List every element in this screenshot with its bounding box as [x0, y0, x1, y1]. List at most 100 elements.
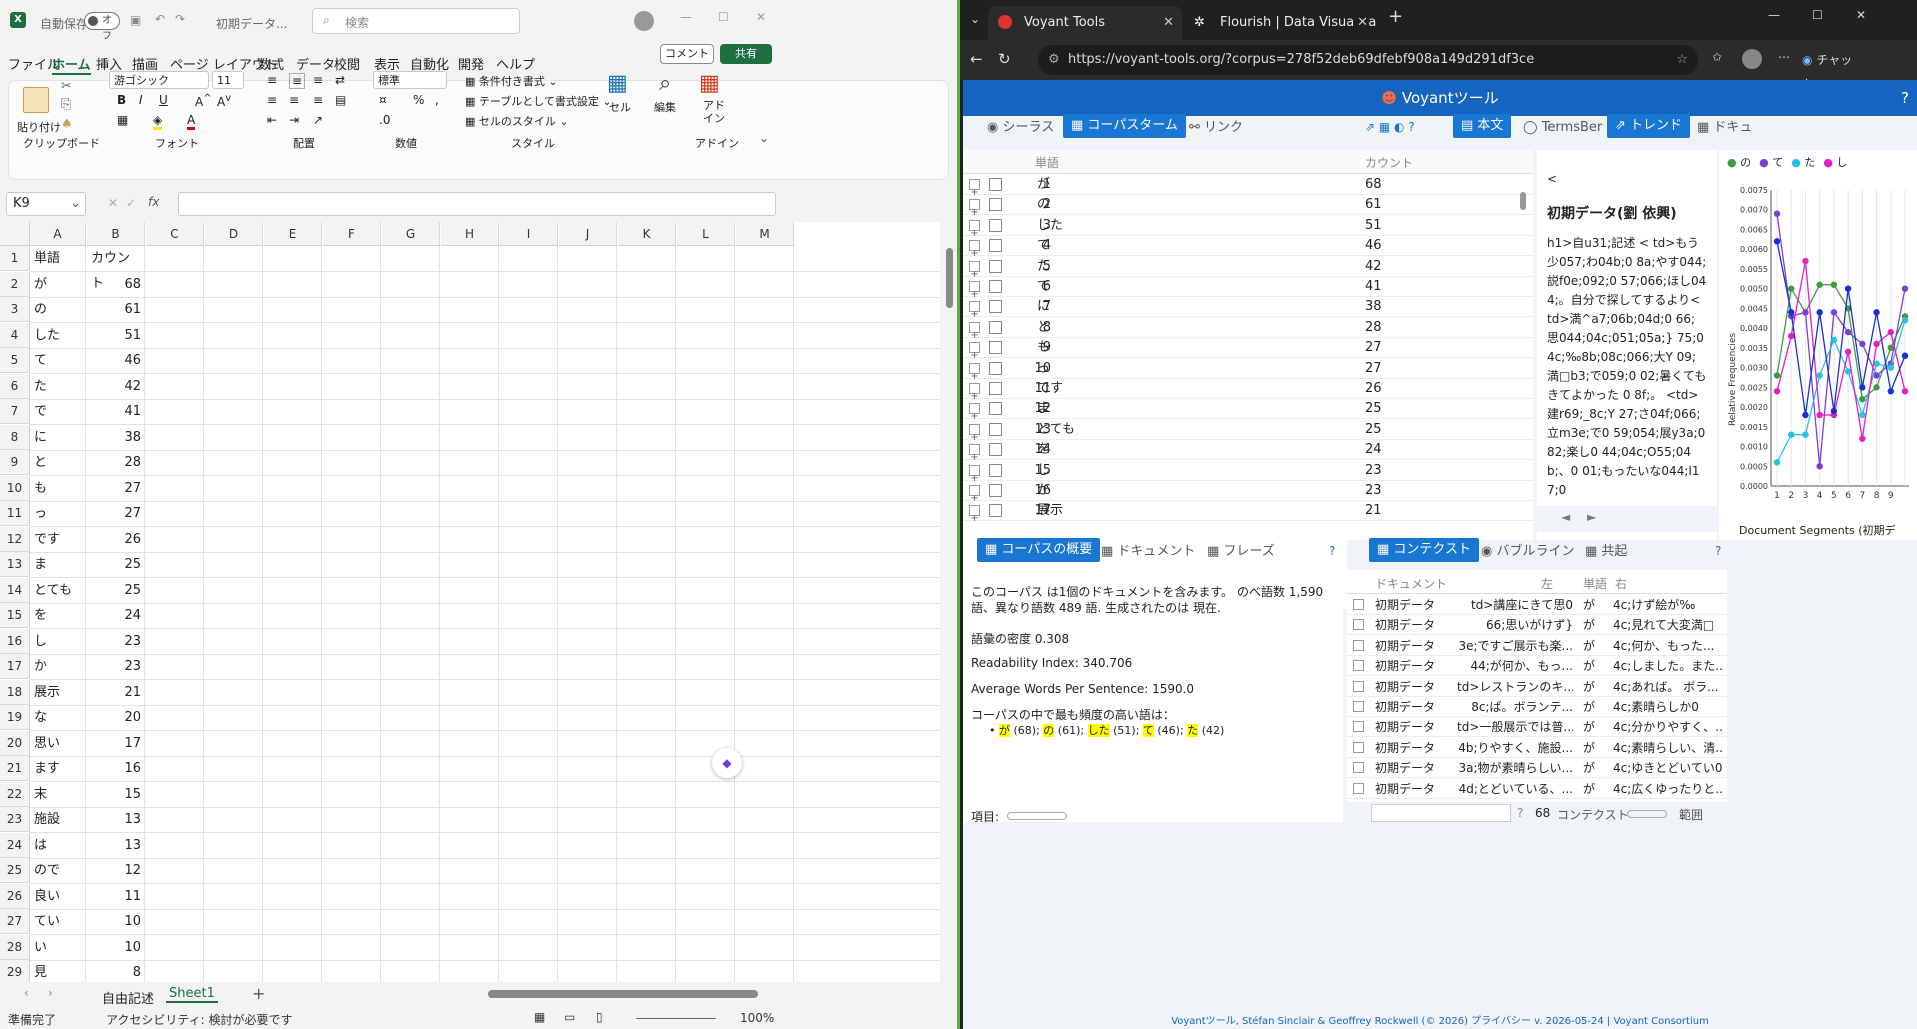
ctx-header-right[interactable]: 右 [1615, 575, 1627, 592]
font-color-icon[interactable]: A [187, 113, 196, 130]
column-header[interactable]: J [559, 222, 617, 246]
trend-point[interactable] [1788, 309, 1795, 316]
expand-icon[interactable]: + [969, 321, 980, 341]
fill-color-icon[interactable]: ◈ [153, 113, 163, 130]
row-header[interactable]: 8 [0, 424, 30, 450]
trend-point[interactable] [1830, 336, 1838, 344]
row-header[interactable]: 13 [0, 552, 30, 577]
cell-b[interactable]: 23 [87, 654, 145, 679]
row-header[interactable]: 25 [0, 858, 30, 883]
horizontal-scrollbar[interactable] [488, 990, 758, 998]
term-row[interactable]: +1 が 68 [963, 175, 1533, 198]
tab-flourish[interactable]: ✲ Flourish | Data Visualization & Stor ✕ [1184, 6, 1376, 40]
comma-icon[interactable]: , [435, 93, 439, 107]
cell-b[interactable]: 10 [87, 909, 145, 934]
trend-point[interactable] [1830, 309, 1838, 316]
row-header[interactable]: 3 [0, 297, 30, 322]
row-checkbox[interactable] [989, 178, 1002, 191]
expand-icon[interactable]: + [969, 301, 980, 320]
context-slider[interactable] [1627, 810, 1667, 818]
frequent-word[interactable]: が [999, 724, 1010, 737]
file-title[interactable]: 初期データ... [216, 15, 287, 32]
ctx-header-doc[interactable]: ドキュメント [1375, 575, 1447, 592]
context-row[interactable]: + 初期データ 4d;とどいている、... が 4c;広くゆったりと... [1347, 779, 1727, 799]
ctx-header-term[interactable]: 単語 [1583, 575, 1607, 592]
border-icon[interactable]: ▦ [117, 113, 128, 127]
row-checkbox[interactable] [989, 218, 1002, 232]
term-row[interactable]: +7 に 38 [963, 297, 1533, 320]
cell-b[interactable]: 20 [87, 705, 145, 730]
align-top-icon[interactable]: ≡ [267, 73, 277, 87]
export-icon[interactable]: ⇗ ▦ ◐ ? [1365, 120, 1415, 134]
align-center-icon[interactable]: ≡ [289, 93, 299, 107]
column-header[interactable]: M [736, 222, 794, 246]
row-header[interactable]: 15 [0, 603, 30, 628]
header-count[interactable]: カウント [1365, 154, 1413, 171]
trend-point[interactable] [1816, 309, 1823, 316]
trend-point[interactable] [1788, 332, 1795, 340]
trend-point[interactable] [1901, 388, 1909, 395]
row-checkbox[interactable] [989, 320, 1002, 334]
row-header[interactable]: 16 [0, 628, 30, 654]
expand-icon[interactable]: + [969, 403, 980, 422]
percent-icon[interactable]: % [413, 93, 424, 107]
column-header[interactable]: G [382, 222, 440, 246]
trend-point[interactable] [1816, 372, 1823, 379]
row-checkbox[interactable] [989, 504, 1002, 518]
ctx-header-left[interactable]: 左 [1541, 575, 1553, 592]
row-header[interactable]: 17 [0, 654, 30, 679]
row-header[interactable]: 9 [0, 450, 30, 475]
row-header[interactable]: 11 [0, 501, 30, 526]
trend-point[interactable] [1859, 435, 1866, 442]
column-header[interactable]: K [618, 222, 676, 246]
column-header[interactable]: D [205, 222, 263, 246]
expand-icon[interactable]: + [969, 260, 980, 280]
expand-icon[interactable]: + [969, 342, 980, 361]
items-slider[interactable] [1007, 812, 1067, 820]
close-tab-icon[interactable]: ✕ [1353, 6, 1368, 40]
term-row[interactable]: +11 です 26 [963, 379, 1533, 402]
confirm-entry-icon[interactable]: ✓ [126, 196, 136, 210]
row-header[interactable]: 2 [0, 271, 30, 297]
trend-point[interactable] [1844, 328, 1852, 336]
row-header[interactable]: 23 [0, 807, 30, 832]
tab-phrases[interactable]: ▦ フレーズ [1207, 540, 1275, 564]
font-size-select[interactable]: 11 [212, 71, 244, 89]
cell-b[interactable]: 42 [87, 374, 145, 399]
sheet-tab-active[interactable]: Sheet1 [166, 986, 218, 1003]
expand-icon[interactable]: + [969, 423, 980, 443]
context-row[interactable]: + 初期データ 3a;物が素晴らしい... が 4c;ゆきとどいてい0 [1347, 758, 1727, 779]
new-tab-icon[interactable]: + [1388, 6, 1403, 27]
expand-icon[interactable]: + [969, 383, 980, 402]
cell-b[interactable]: 27 [87, 501, 145, 526]
align-bottom-icon[interactable]: ≡ [313, 73, 323, 87]
row-header[interactable]: 24 [0, 832, 30, 858]
ctx-help-icon[interactable]: ? [1517, 806, 1523, 820]
expand-icon[interactable]: + [1353, 762, 1364, 774]
tab-summary[interactable]: ▦ コーパスの概要 [977, 538, 1101, 562]
copy-icon[interactable]: ⎘ [61, 97, 71, 112]
align-left-icon[interactable]: ≡ [267, 93, 277, 107]
row-checkbox[interactable] [989, 300, 1002, 314]
row-header[interactable]: 10 [0, 475, 30, 501]
term-row[interactable]: +17 展示 21 [963, 501, 1533, 524]
row-checkbox[interactable] [989, 239, 1002, 253]
column-header[interactable]: C [146, 222, 204, 246]
trend-point[interactable] [1844, 348, 1852, 356]
trend-point[interactable] [1901, 285, 1909, 292]
contexts-term-select[interactable] [1371, 804, 1511, 822]
outdent-icon[interactable]: ⇥ [289, 113, 299, 127]
trend-point[interactable] [1773, 210, 1781, 217]
help-icon[interactable]: ? [1901, 80, 1909, 116]
decimal-icon[interactable]: .0 [379, 113, 390, 127]
term-row[interactable]: +4 て 46 [963, 236, 1533, 259]
underline-icon[interactable]: U [159, 93, 168, 107]
vertical-scrollbar[interactable] [942, 222, 957, 982]
edit-label[interactable]: 編集 [654, 99, 676, 115]
search-box[interactable]: ⌕ 検索 [312, 8, 520, 34]
page-layout-icon[interactable]: ▭ [564, 1010, 575, 1024]
cell-b[interactable]: 25 [87, 578, 145, 603]
cell-b[interactable]: 26 [87, 527, 145, 552]
align-middle-icon[interactable]: ≡ [289, 73, 306, 89]
expand-icon[interactable]: + [1353, 639, 1364, 651]
